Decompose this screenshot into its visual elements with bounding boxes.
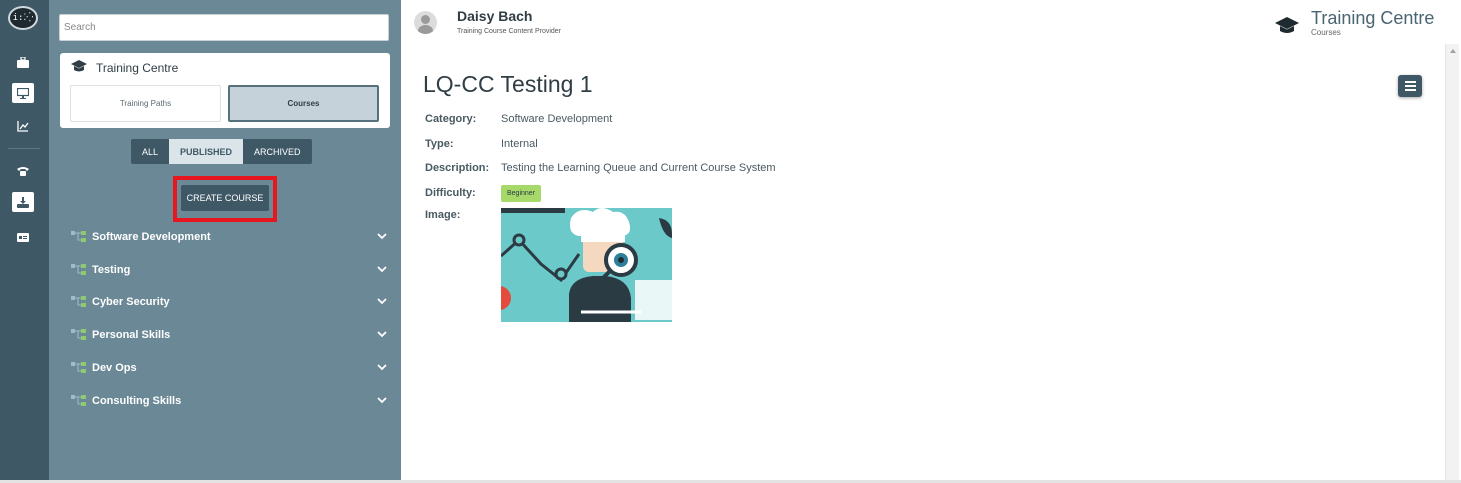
- user-name: Daisy Bach: [457, 8, 533, 24]
- category-label: Cyber Security: [92, 296, 170, 308]
- filter-all-button[interactable]: ALL: [131, 139, 170, 164]
- description-field-value: Testing the Learning Queue and Current C…: [501, 162, 776, 174]
- chevron-down-icon[interactable]: [377, 329, 387, 339]
- user-role: Training Course Content Provider: [457, 28, 562, 35]
- type-field-label: Type:: [425, 138, 454, 150]
- category-field-label: Category:: [425, 113, 477, 125]
- scroll-up-icon[interactable]: [1450, 49, 1456, 53]
- tab-training-paths[interactable]: Training Paths: [70, 85, 221, 122]
- chevron-down-icon[interactable]: [377, 296, 387, 306]
- tree-icon: [71, 362, 86, 373]
- category-item[interactable]: Dev Ops: [71, 358, 387, 378]
- chevron-down-icon[interactable]: [377, 395, 387, 405]
- category-label: Personal Skills: [92, 329, 171, 341]
- category-item[interactable]: Cyber Security: [71, 292, 387, 312]
- briefcase-icon[interactable]: [12, 52, 34, 72]
- tree-icon: [71, 231, 86, 242]
- chevron-down-icon[interactable]: [377, 264, 387, 274]
- hamburger-menu-button[interactable]: [1398, 75, 1422, 97]
- graduation-cap-icon: [1275, 17, 1299, 33]
- training-centre-label: Training Centre: [96, 61, 179, 75]
- brand-subtitle: Courses: [1311, 28, 1341, 37]
- category-label: Software Development: [92, 231, 211, 243]
- filter-archived-button[interactable]: ARCHIVED: [243, 139, 312, 164]
- chevron-down-icon[interactable]: [377, 362, 387, 372]
- tab-courses[interactable]: Courses: [228, 85, 379, 122]
- status-filter: ALL PUBLISHED ARCHIVED: [131, 139, 312, 164]
- category-label: Dev Ops: [92, 362, 137, 374]
- tree-icon: [71, 395, 86, 406]
- course-detail-area: Daisy Bach Training Course Content Provi…: [401, 0, 1461, 483]
- graduation-cap-icon: [71, 60, 87, 72]
- course-title: LQ-CC Testing 1: [423, 71, 593, 97]
- type-field-value: Internal: [501, 138, 538, 150]
- category-item[interactable]: Consulting Skills: [71, 391, 387, 411]
- training-centre-card: Training Centre Training Paths Courses: [60, 53, 390, 128]
- category-item[interactable]: Testing: [71, 260, 387, 280]
- course-navigation-panel: Training Centre Training Paths Courses A…: [49, 0, 401, 483]
- chart-icon[interactable]: [12, 116, 34, 136]
- category-label: Testing: [92, 264, 131, 276]
- monitor-icon[interactable]: [12, 83, 34, 103]
- tree-icon: [71, 329, 86, 340]
- category-item[interactable]: Personal Skills: [71, 325, 387, 345]
- app-logo[interactable]: i:⁚⁛: [8, 6, 38, 30]
- brand-title: Training Centre: [1311, 8, 1435, 28]
- icon-rail: i:⁚⁛: [0, 0, 49, 483]
- image-field-label: Image:: [425, 209, 461, 221]
- description-field-label: Description:: [425, 162, 490, 174]
- category-label: Consulting Skills: [92, 395, 182, 407]
- phone-icon[interactable]: [12, 161, 34, 181]
- user-avatar[interactable]: [414, 11, 437, 34]
- card-icon[interactable]: [12, 227, 34, 247]
- difficulty-badge: Beginner: [501, 185, 542, 202]
- tree-icon: [71, 296, 86, 307]
- tree-icon: [71, 264, 86, 275]
- course-image: [501, 208, 672, 322]
- filter-published-button[interactable]: PUBLISHED: [169, 139, 244, 164]
- vertical-scrollbar[interactable]: [1445, 44, 1459, 480]
- create-course-button[interactable]: CREATE COURSE: [181, 185, 269, 211]
- rail-divider: [8, 148, 40, 149]
- download-icon[interactable]: [12, 192, 34, 212]
- difficulty-field-label: Difficulty:: [425, 187, 476, 199]
- search-input[interactable]: [59, 14, 389, 41]
- category-item[interactable]: Software Development: [71, 227, 387, 247]
- category-field-value: Software Development: [501, 113, 613, 125]
- chevron-down-icon[interactable]: [377, 231, 387, 241]
